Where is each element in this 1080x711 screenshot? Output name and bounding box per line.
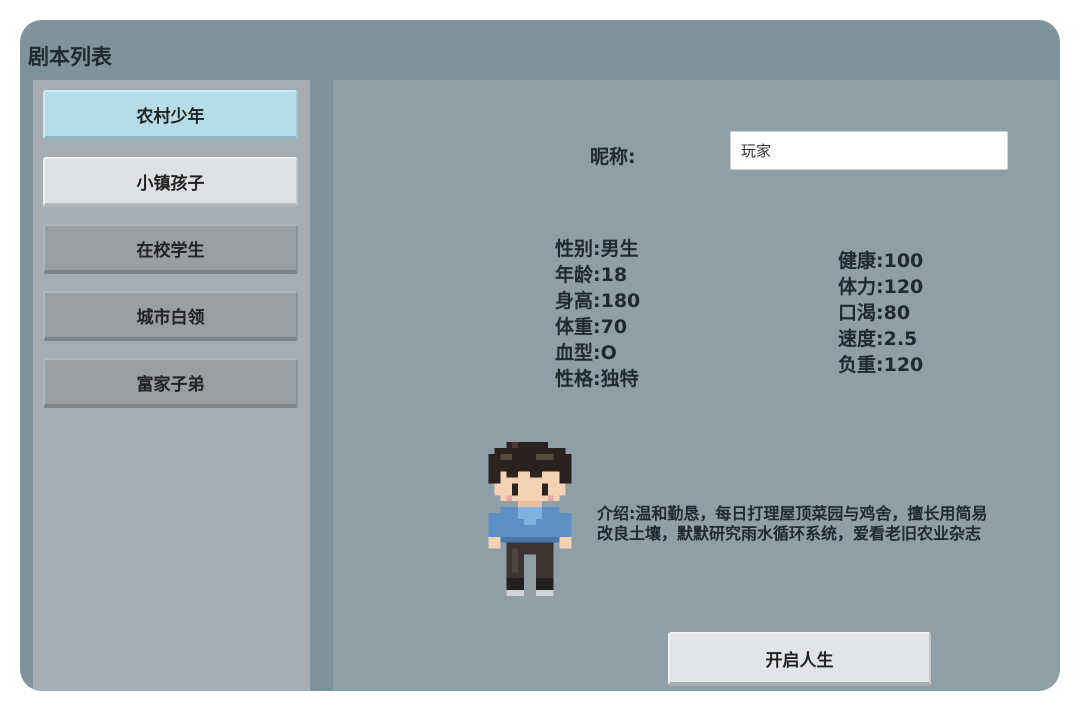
stat-age: 年龄:18 (555, 264, 628, 286)
script-sidebar: 农村少年 小镇孩子 在校学生 城市白领 富家子弟 (33, 80, 310, 691)
intro-line-2: 改良土壤，默默研究雨水循环系统，爱看老旧农业杂志 (597, 524, 982, 543)
script-item-rural-youth[interactable]: 农村少年 (43, 90, 298, 140)
stat-speed: 速度:2.5 (838, 328, 918, 350)
intro-line-1: 介绍:温和勤恳，每日打理屋顶菜园与鸡舍，擅长用简易 (597, 504, 988, 523)
character-intro: 介绍:温和勤恳，每日打理屋顶菜园与鸡舍，擅长用简易 改良土壤，默默研究雨水循环系… (597, 504, 1060, 544)
script-item-city-worker[interactable]: 城市白领 (43, 291, 298, 341)
script-list-window: 剧本列表 农村少年 小镇孩子 在校学生 城市白领 富家子弟 昵称: 性别:男生 … (20, 20, 1060, 691)
nickname-input[interactable] (730, 131, 1008, 170)
script-item-town-kid[interactable]: 小镇孩子 (43, 157, 298, 207)
stat-height: 身高:180 (555, 290, 641, 312)
script-item-student[interactable]: 在校学生 (43, 224, 298, 274)
character-avatar-icon (488, 442, 572, 596)
stat-carry-weight: 负重:120 (838, 354, 924, 376)
start-life-button[interactable]: 开启人生 (668, 632, 931, 686)
stat-gender: 性别:男生 (555, 238, 639, 260)
stat-weight: 体重:70 (555, 316, 628, 338)
stat-personality: 性格:独特 (555, 368, 639, 390)
window-title: 剧本列表 (28, 45, 112, 69)
stat-thirst: 口渴:80 (838, 302, 911, 324)
stat-stamina: 体力:120 (838, 276, 924, 298)
script-item-rich-kid[interactable]: 富家子弟 (43, 358, 298, 408)
stat-blood-type: 血型:O (555, 342, 617, 364)
nickname-label: 昵称: (590, 146, 636, 168)
basic-info-list: 性别:男生 年龄:18 身高:180 体重:70 血型:O 性格:独特 (555, 236, 640, 392)
character-detail-panel: 昵称: 性别:男生 年龄:18 身高:180 体重:70 血型:O 性格:独特 … (333, 80, 1060, 691)
stat-health: 健康:100 (838, 250, 924, 272)
attribute-list: 健康:100 体力:120 口渴:80 速度:2.5 负重:120 (838, 248, 923, 378)
